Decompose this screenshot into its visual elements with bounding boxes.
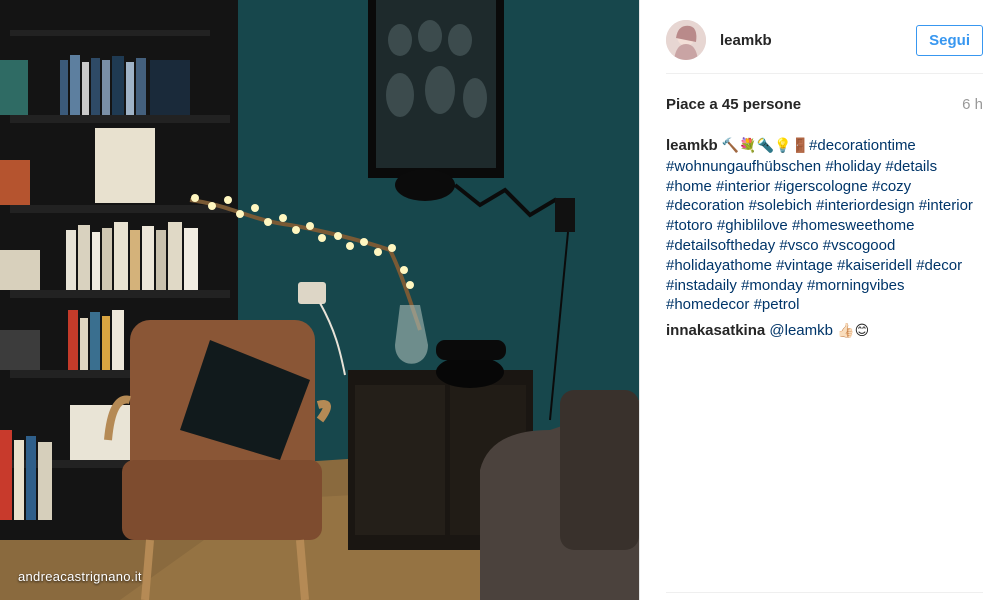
- hashtag-link[interactable]: #homedecor: [666, 296, 749, 313]
- comment-username[interactable]: innakasatkina: [666, 322, 765, 339]
- hashtag-link[interactable]: #kaiseridell: [837, 257, 912, 274]
- hashtag-link[interactable]: #decorationtime: [809, 137, 916, 154]
- hashtag-link[interactable]: #igerscologne: [774, 178, 867, 195]
- hashtag-link[interactable]: #morningvibes: [807, 277, 905, 294]
- hashtag-link[interactable]: #wohnungaufhübschen: [666, 158, 821, 175]
- hashtag-link[interactable]: #vscogood: [823, 237, 896, 254]
- likes-count[interactable]: Piace a 45 persone: [666, 96, 801, 113]
- comment-emojis: 👍🏻😊: [837, 323, 870, 340]
- post-sidebar: leamkb Segui Piace a 45 persone 6 h leam…: [639, 0, 1000, 600]
- likes-row: Piace a 45 persone 6 h: [666, 96, 983, 113]
- avatar-image: [666, 20, 706, 60]
- hashtag-link[interactable]: #interiordesign: [816, 197, 914, 214]
- hashtag-link[interactable]: #cozy: [872, 178, 911, 195]
- photo-watermark: andreacastrignano.it: [18, 569, 142, 584]
- post-header: leamkb Segui: [666, 8, 983, 72]
- hashtag-link[interactable]: #decoration: [666, 197, 744, 214]
- divider: [666, 73, 983, 74]
- hashtag-link[interactable]: #instadaily: [666, 277, 737, 294]
- room-photo-illustration: [0, 0, 639, 600]
- hashtag-link[interactable]: #vintage: [776, 257, 833, 274]
- hashtag-link[interactable]: #details: [885, 158, 937, 175]
- hashtag-link[interactable]: #detailsoftheday: [666, 237, 775, 254]
- post-photo[interactable]: andreacastrignano.it: [0, 0, 639, 600]
- caption-hashtags: #decorationtime #wohnungaufhübschen #hol…: [666, 137, 973, 313]
- follow-button[interactable]: Segui: [916, 24, 983, 56]
- divider-bottom: [666, 592, 983, 593]
- caption-username[interactable]: leamkb: [666, 137, 718, 154]
- hashtag-link[interactable]: #ghiblilove: [717, 217, 788, 234]
- comment-mention[interactable]: @leamkb: [769, 322, 833, 339]
- hashtag-link[interactable]: #petrol: [754, 296, 800, 313]
- hashtag-link[interactable]: #holiday: [825, 158, 881, 175]
- hashtag-link[interactable]: #interior: [716, 178, 770, 195]
- hashtag-link[interactable]: #decor: [916, 257, 962, 274]
- hashtag-link[interactable]: #monday: [741, 277, 803, 294]
- hashtag-link[interactable]: #home: [666, 178, 712, 195]
- post-time[interactable]: 6 h: [962, 96, 983, 113]
- hashtag-link[interactable]: #holidayathome: [666, 257, 772, 274]
- hashtag-link[interactable]: #totoro: [666, 217, 713, 234]
- avatar[interactable]: [666, 20, 706, 60]
- hashtag-link[interactable]: #interior: [919, 197, 973, 214]
- caption-emojis: 🔨💐🔦💡🚪: [721, 138, 810, 154]
- caption-comment: leamkb 🔨💐🔦💡🚪#decorationtime #wohnungaufh…: [666, 136, 986, 315]
- hashtag-link[interactable]: #homesweethome: [792, 217, 915, 234]
- comment-item: innakasatkina @leamkb 👍🏻😊: [666, 321, 986, 342]
- author-username[interactable]: leamkb: [720, 32, 772, 49]
- hashtag-link[interactable]: #vsco: [779, 237, 818, 254]
- hashtag-link[interactable]: #solebich: [749, 197, 812, 214]
- comments-list: leamkb 🔨💐🔦💡🚪#decorationtime #wohnungaufh…: [666, 136, 986, 348]
